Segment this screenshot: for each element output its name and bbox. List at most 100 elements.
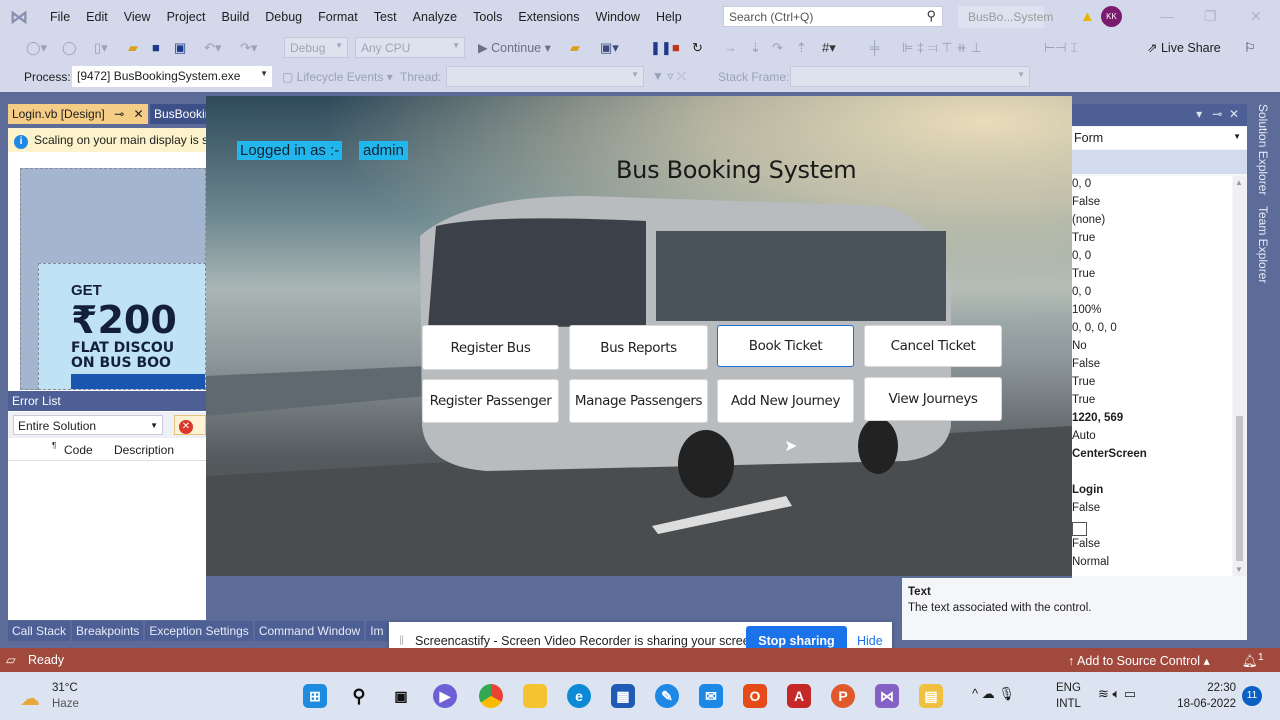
tab-login-design[interactable]: Login.vb [Design] ⊸ ✕ bbox=[8, 104, 148, 124]
minimize-icon[interactable]: — bbox=[1160, 8, 1174, 24]
notifications-icon[interactable]: 🔔︎1 bbox=[1242, 652, 1264, 669]
column-code[interactable]: Code bbox=[64, 443, 93, 457]
configuration-dropdown[interactable]: Debug ▼ bbox=[284, 37, 348, 58]
tab-busbooking[interactable]: BusBooking bbox=[150, 104, 206, 124]
property-value[interactable]: 0, 0 bbox=[1072, 250, 1091, 262]
filter-icon[interactable]: ▼ ▿ ⤫ bbox=[652, 69, 686, 84]
avatar[interactable]: KK bbox=[1101, 6, 1122, 27]
notification-badge[interactable]: 11 bbox=[1242, 686, 1262, 706]
office-icon[interactable]: O bbox=[743, 684, 767, 708]
property-value[interactable]: False bbox=[1072, 358, 1100, 370]
show-next-statement-icon[interactable]: → bbox=[724, 40, 737, 55]
menu-project[interactable]: Project bbox=[159, 10, 214, 24]
object-selector[interactable]: Form ▼ bbox=[1072, 127, 1247, 149]
pin-icon[interactable]: ⊸ bbox=[114, 107, 124, 121]
add-to-source-control-button[interactable]: ↑ Add to Source Control ▴ bbox=[1068, 653, 1210, 668]
open-folder-icon[interactable]: ▰ bbox=[128, 40, 138, 56]
menu-edit[interactable]: Edit bbox=[78, 10, 116, 24]
menu-view[interactable]: View bbox=[116, 10, 159, 24]
menu-build[interactable]: Build bbox=[213, 10, 257, 24]
pin-icon[interactable]: ⊸ bbox=[1212, 107, 1222, 121]
acrobat-icon[interactable]: A bbox=[787, 684, 811, 708]
pause-icon[interactable]: ❚❚ bbox=[650, 40, 672, 56]
tab-breakpoints[interactable]: Breakpoints bbox=[72, 621, 144, 641]
tab-call-stack[interactable]: Call Stack bbox=[8, 621, 71, 641]
hide-button[interactable]: Hide bbox=[857, 634, 883, 648]
network-volume-battery-icons[interactable]: ≋ 🔈︎ ▭ bbox=[1098, 686, 1136, 702]
close-tab-icon[interactable]: ✕ bbox=[133, 107, 143, 121]
property-value[interactable]: False bbox=[1072, 502, 1100, 514]
property-value[interactable]: 0, 0 bbox=[1072, 286, 1091, 298]
thread-dropdown[interactable]: ▼ bbox=[446, 66, 644, 87]
warning-icon[interactable]: ▲ bbox=[1080, 8, 1095, 25]
search-input[interactable]: Search (Ctrl+Q) ⚲ bbox=[723, 6, 943, 27]
step-into-icon[interactable]: ⇣ bbox=[750, 40, 761, 56]
undo-icon[interactable]: ↶▾ bbox=[204, 40, 221, 56]
process-dropdown[interactable]: [9472] BusBookingSystem.exe ▼ bbox=[72, 66, 272, 87]
menu-analyze[interactable]: Analyze bbox=[405, 10, 465, 24]
bus-reports-button[interactable]: Bus Reports bbox=[569, 325, 708, 370]
property-value[interactable] bbox=[1072, 522, 1087, 536]
save-icon[interactable]: ■ bbox=[152, 40, 160, 55]
property-value[interactable]: 100% bbox=[1072, 304, 1101, 316]
scroll-thumb[interactable] bbox=[1236, 416, 1243, 561]
property-value[interactable]: 0, 0, 0, 0 bbox=[1072, 322, 1117, 334]
language-line1[interactable]: ENG bbox=[1056, 682, 1081, 694]
step-over-icon[interactable]: ↷ bbox=[772, 40, 783, 56]
menu-debug[interactable]: Debug bbox=[257, 10, 310, 24]
weather-icon[interactable]: ☁ bbox=[20, 686, 40, 711]
edge-icon[interactable]: e bbox=[567, 684, 591, 708]
stack-frame-dropdown[interactable]: ▼ bbox=[790, 66, 1030, 87]
live-share-button[interactable]: ⇗ Live Share bbox=[1147, 40, 1221, 55]
property-value[interactable]: Auto bbox=[1072, 430, 1096, 442]
mail-icon[interactable]: ✉ bbox=[699, 684, 723, 708]
property-value[interactable]: 1220, 569 bbox=[1072, 412, 1123, 424]
property-value[interactable]: True bbox=[1072, 394, 1095, 406]
menu-format[interactable]: Format bbox=[310, 10, 366, 24]
property-value[interactable]: Normal bbox=[1072, 556, 1109, 568]
store-icon[interactable]: ▦ bbox=[611, 684, 635, 708]
scroll-up-icon[interactable]: ▲ bbox=[1235, 178, 1243, 187]
property-value[interactable]: False bbox=[1072, 538, 1100, 550]
tab-exception-settings[interactable]: Exception Settings bbox=[145, 621, 253, 641]
property-value[interactable]: True bbox=[1072, 232, 1095, 244]
grid-icon[interactable]: #▾ bbox=[822, 40, 836, 56]
menu-extensions[interactable]: Extensions bbox=[510, 10, 587, 24]
property-value[interactable]: True bbox=[1072, 268, 1095, 280]
property-value[interactable]: 0, 0 bbox=[1072, 178, 1091, 190]
back-icon[interactable]: ◯▾ bbox=[26, 40, 47, 56]
task-view-icon[interactable]: ▣ bbox=[389, 684, 413, 708]
clock-date[interactable]: 18-06-2022 bbox=[1166, 698, 1236, 710]
align-left-icon[interactable]: ⊫ ‡ ⫤ ⊤ ⧺ ⊥ bbox=[902, 40, 982, 56]
register-passenger-button[interactable]: Register Passenger bbox=[422, 379, 559, 423]
property-value[interactable]: (none) bbox=[1072, 214, 1105, 226]
book-ticket-button[interactable]: Book Ticket bbox=[717, 325, 854, 367]
errors-filter-button[interactable]: ✕ 0 bbox=[174, 415, 206, 435]
align-icon[interactable]: ╪ bbox=[870, 40, 879, 55]
tab-immediate[interactable]: Im bbox=[366, 621, 388, 641]
menu-test[interactable]: Test bbox=[366, 10, 405, 24]
powerpoint-icon[interactable]: P bbox=[831, 684, 855, 708]
close-window-icon[interactable]: ✕ bbox=[1250, 8, 1262, 25]
manage-passengers-button[interactable]: Manage Passengers bbox=[569, 379, 708, 423]
drag-handle-icon[interactable]: ‖ bbox=[399, 634, 404, 648]
chrome-icon[interactable] bbox=[479, 684, 503, 708]
dropdown-icon[interactable]: ▾ bbox=[1196, 107, 1202, 121]
property-value[interactable]: True bbox=[1072, 376, 1095, 388]
cancel-ticket-button[interactable]: Cancel Ticket bbox=[864, 325, 1002, 367]
search-taskbar-icon[interactable]: ⚲ bbox=[347, 684, 371, 708]
view-journeys-button[interactable]: View Journeys bbox=[864, 377, 1002, 421]
tab-solution-explorer[interactable]: Solution Explorer bbox=[1256, 104, 1270, 195]
scroll-down-icon[interactable]: ▼ bbox=[1235, 565, 1243, 574]
register-bus-button[interactable]: Register Bus bbox=[422, 325, 559, 370]
clock-time[interactable]: 22:30 bbox=[1166, 682, 1236, 694]
tab-command-window[interactable]: Command Window bbox=[254, 621, 365, 641]
restart-icon[interactable]: ↻ bbox=[692, 40, 703, 56]
spacing-icon[interactable]: ⊢⊣ ⌶ bbox=[1044, 40, 1078, 56]
menu-window[interactable]: Window bbox=[587, 10, 647, 24]
file-explorer-icon[interactable] bbox=[523, 684, 547, 708]
redo-icon[interactable]: ↷▾ bbox=[240, 40, 257, 56]
property-value[interactable]: CenterScreen bbox=[1072, 448, 1147, 460]
restore-icon[interactable]: ❐ bbox=[1204, 8, 1217, 25]
menu-file[interactable]: File bbox=[42, 10, 78, 24]
